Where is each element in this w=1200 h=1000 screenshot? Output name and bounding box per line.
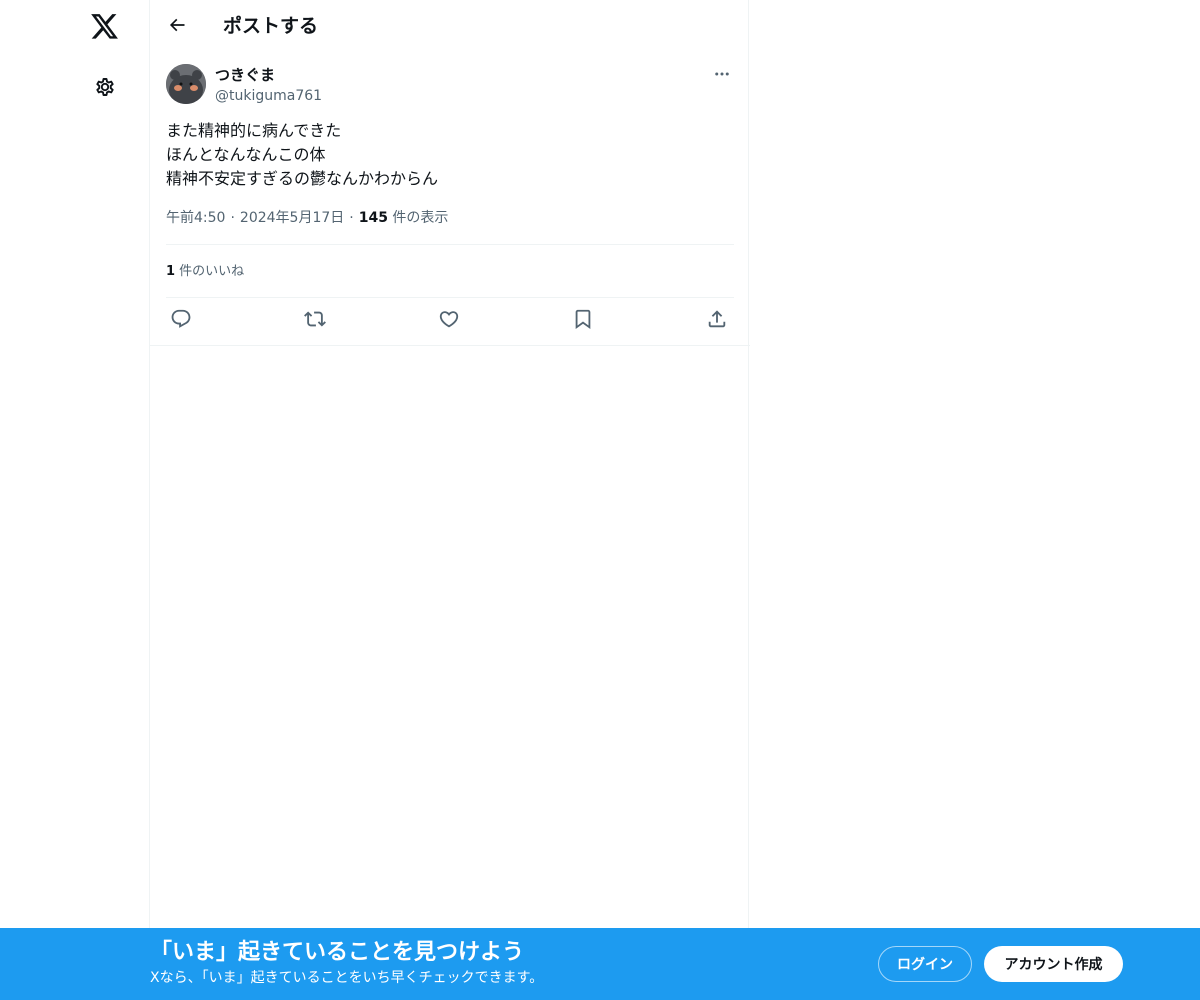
gear-icon[interactable] (85, 67, 125, 107)
post-actions (166, 306, 734, 336)
more-options-button[interactable] (710, 64, 734, 88)
bookmark-button[interactable] (568, 306, 598, 336)
login-button[interactable]: ログイン (878, 946, 972, 982)
avatar[interactable] (166, 64, 206, 104)
likes-count: 1 (166, 264, 176, 279)
post-text-line: また精神的に病んできた (166, 121, 342, 140)
banner-subtitle: Xなら、「いま」起きていることをいち早くチェックできます。 (150, 970, 544, 986)
signup-button[interactable]: アカウント作成 (984, 946, 1123, 982)
separator-dot: · (349, 210, 354, 226)
divider (150, 345, 750, 346)
separator-dot: · (230, 210, 235, 226)
left-nav (0, 0, 150, 1000)
author-handle[interactable]: @tukiguma761 (215, 86, 322, 106)
likes-link[interactable]: 1 件のいいね (166, 262, 244, 282)
like-button[interactable] (434, 306, 464, 336)
post-time[interactable]: 午前4:50 (166, 210, 225, 226)
post-date[interactable]: 2024年5月17日 (240, 210, 344, 226)
post-text: また精神的に病んできた ほんとなんなんこの体 精神不安定すぎるの鬱なんかわからん (166, 119, 734, 191)
heart-icon (438, 308, 460, 334)
x-logo-icon[interactable] (85, 7, 125, 47)
divider (166, 244, 734, 245)
page: ポストする つきぐま @tukiguma761 また精神的に病んできた ほんとな… (0, 0, 1200, 1000)
post-meta: 午前4:50 · 2024年5月17日 · 145 件の表示 (166, 208, 448, 228)
share-icon (706, 308, 728, 334)
likes-label: 件のいいね (175, 264, 245, 279)
share-button[interactable] (702, 306, 732, 336)
banner-title: 「いま」起きていることを見つけよう (150, 940, 525, 965)
views-label: 件の表示 (387, 210, 449, 226)
main-column: ポストする つきぐま @tukiguma761 また精神的に病んできた ほんとな… (149, 0, 750, 1000)
back-button[interactable] (158, 8, 196, 46)
bookmark-icon (572, 308, 594, 334)
repost-button[interactable] (300, 306, 330, 336)
reply-icon (170, 308, 192, 334)
views-count: 145 (358, 210, 388, 226)
ellipsis-icon (713, 65, 731, 87)
arrow-left-icon (167, 15, 187, 39)
repost-icon (304, 308, 326, 334)
reply-button[interactable] (166, 306, 196, 336)
login-banner: 「いま」起きていることを見つけよう Xなら、「いま」起きていることをいち早くチェ… (0, 928, 1200, 1000)
page-title: ポストする (223, 15, 319, 37)
post-text-line: ほんとなんなんこの体 (166, 145, 326, 164)
header: ポストする (150, 0, 750, 53)
author-name[interactable]: つきぐま (215, 65, 275, 85)
post-text-line: 精神不安定すぎるの鬱なんかわからん (166, 169, 439, 188)
divider (166, 297, 734, 298)
post-author: つきぐま @tukiguma761 (166, 64, 734, 108)
